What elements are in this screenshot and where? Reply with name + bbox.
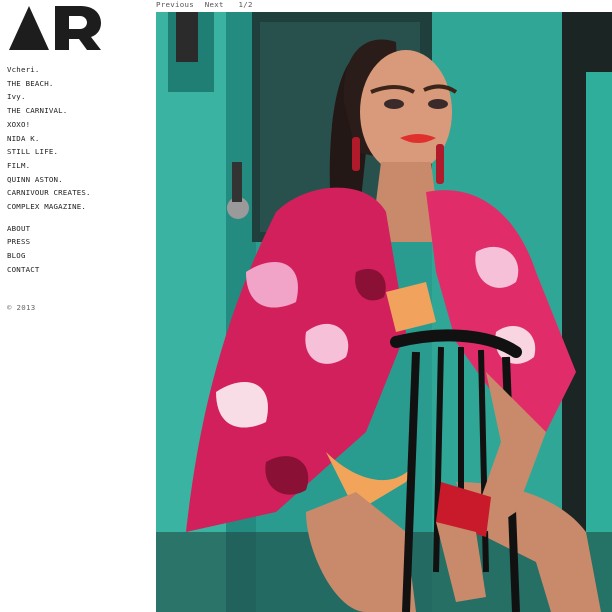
nav-item-quinn-aston[interactable]: QUINN ASTON.	[7, 173, 147, 187]
nav-item-carnivour-creates[interactable]: CARNIVOUR CREATES.	[7, 186, 147, 200]
main-photo[interactable]	[156, 12, 612, 612]
nav-item-about[interactable]: ABOUT	[7, 222, 147, 236]
copyright-text: © 2013	[7, 303, 36, 312]
nav-item-ivy[interactable]: Ivy.	[7, 90, 147, 104]
ar-logo-icon	[9, 6, 101, 50]
nav-item-film[interactable]: FILM.	[7, 159, 147, 173]
previous-link[interactable]: Previous	[156, 0, 194, 9]
nav-item-nida-k[interactable]: NIDA K.	[7, 132, 147, 146]
page-links: ABOUT PRESS BLOG CONTACT	[7, 222, 147, 277]
nav-item-blog[interactable]: BLOG	[7, 249, 147, 263]
next-link[interactable]: Next	[205, 0, 224, 9]
nav-item-contact[interactable]: CONTACT	[7, 263, 147, 277]
fashion-photo-image	[156, 12, 612, 612]
page-counter: 1/2	[238, 0, 253, 9]
nav-item-the-carnival[interactable]: THE CARNIVAL.	[7, 104, 147, 118]
image-pager: Previous Next 1/2	[156, 0, 253, 10]
nav-item-complex-magazine[interactable]: COMPLEX MAGAZINE.	[7, 200, 147, 214]
sidebar-nav: Vcheri. THE BEACH. Ivy. THE CARNIVAL. XO…	[7, 63, 147, 277]
nav-item-press[interactable]: PRESS	[7, 235, 147, 249]
site-logo[interactable]	[9, 6, 101, 50]
nav-item-vcheri[interactable]: Vcheri.	[7, 63, 147, 77]
nav-item-xoxo[interactable]: XOXO!	[7, 118, 147, 132]
project-list: Vcheri. THE BEACH. Ivy. THE CARNIVAL. XO…	[7, 63, 147, 214]
nav-item-still-life[interactable]: STILL LIFE.	[7, 145, 147, 159]
nav-item-the-beach[interactable]: THE BEACH.	[7, 77, 147, 91]
